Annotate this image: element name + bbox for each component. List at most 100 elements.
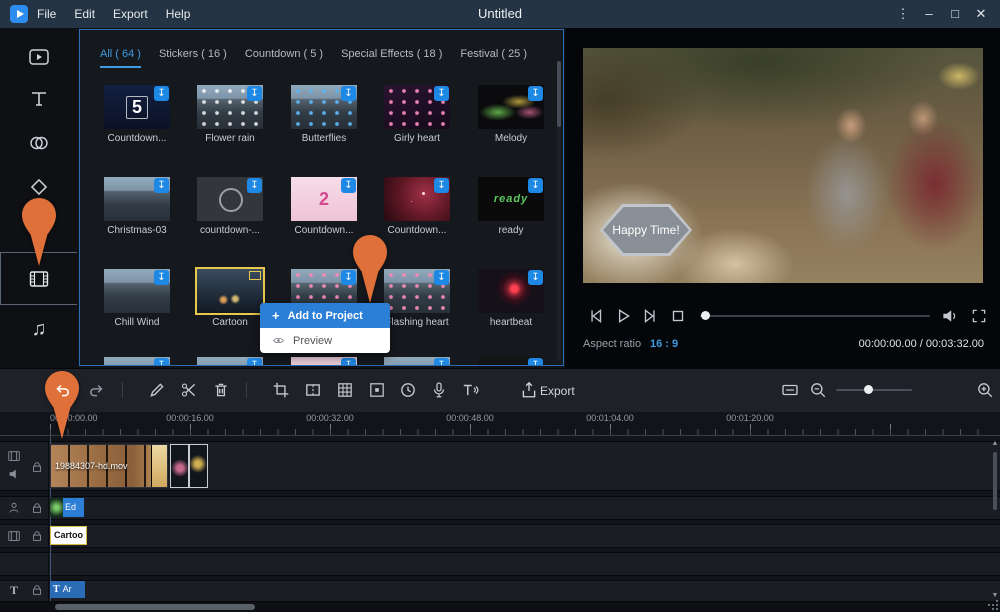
element-item[interactable]: ↧ — [377, 357, 457, 366]
timeline-vscrollbar-thumb[interactable] — [993, 452, 997, 510]
element-item[interactable]: 2 ↧ Countdown... — [284, 177, 364, 236]
sidebar-item-transitions[interactable] — [26, 130, 52, 156]
element-item-selected[interactable]: Cartoon — [190, 269, 270, 328]
download-icon[interactable]: ↧ — [434, 178, 449, 193]
fullscreen-icon[interactable] — [970, 307, 988, 325]
sidebar-item-music[interactable]: ♫ — [26, 316, 52, 342]
tab-stickers[interactable]: Stickers ( 16 ) — [159, 48, 227, 68]
edit-button[interactable] — [148, 381, 166, 399]
undo-button[interactable] — [53, 381, 71, 399]
elements-scrollbar-thumb[interactable] — [557, 61, 561, 127]
fit-timeline-icon[interactable] — [781, 381, 799, 399]
sticker-track[interactable] — [0, 524, 1000, 548]
tab-all[interactable]: All ( 64 ) — [100, 48, 141, 68]
download-icon[interactable]: ↧ — [341, 358, 356, 366]
redo-button[interactable] — [88, 381, 106, 399]
element-item[interactable]: ↧ — [190, 357, 270, 366]
download-icon[interactable]: ↧ — [154, 270, 169, 285]
mosaic-button[interactable] — [336, 381, 354, 399]
timeline-video-clip-2[interactable] — [170, 444, 208, 488]
zoom-in-icon[interactable] — [976, 381, 994, 399]
element-item[interactable]: ↧ heartbeat — [471, 269, 551, 328]
export-icon[interactable] — [520, 381, 538, 399]
previous-frame-button[interactable] — [587, 307, 605, 325]
seek-slider-handle[interactable] — [701, 311, 710, 320]
timeline-zoom-slider[interactable] — [836, 389, 912, 391]
timeline-video-clip[interactable]: 19884307-hd.mov — [50, 444, 168, 488]
timeline-pip-clip[interactable]: Ed — [50, 498, 84, 517]
context-menu-add-to-project[interactable]: + Add to Project — [260, 303, 390, 328]
voiceover-mic-button[interactable] — [430, 381, 448, 399]
download-icon[interactable]: ↧ — [434, 86, 449, 101]
zoom-frame-button[interactable] — [304, 381, 322, 399]
timeline-scroll-up[interactable]: ▲ — [990, 440, 1000, 447]
lock-track-icon[interactable] — [30, 501, 44, 515]
element-item[interactable]: ↧ Girly heart — [377, 85, 457, 144]
element-item[interactable]: ↧ Butterflies — [284, 85, 364, 144]
text-track[interactable] — [0, 580, 1000, 602]
export-button[interactable]: Export — [540, 384, 575, 398]
download-icon[interactable]: ↧ — [341, 86, 356, 101]
timeline-hscrollbar-thumb[interactable] — [55, 604, 255, 610]
tab-festival[interactable]: Festival ( 25 ) — [460, 48, 527, 68]
maximize-button[interactable]: □ — [942, 0, 968, 28]
download-icon[interactable]: ↧ — [247, 86, 262, 101]
more-options-icon[interactable]: ⋮ — [890, 0, 916, 28]
timeline-scroll-down[interactable]: ▼ — [990, 592, 1000, 599]
sidebar-item-text[interactable] — [26, 86, 52, 112]
download-icon[interactable]: ↧ — [528, 358, 543, 366]
stop-button[interactable] — [669, 307, 687, 325]
lock-track-icon[interactable] — [30, 460, 44, 474]
pip-track[interactable] — [0, 496, 1000, 520]
timeline-zoom-handle[interactable] — [864, 385, 873, 394]
seek-slider[interactable] — [700, 315, 930, 317]
download-icon[interactable]: ↧ — [154, 178, 169, 193]
context-menu-preview[interactable]: Preview — [260, 328, 390, 353]
element-item[interactable]: ↧ Christmas-03 — [97, 177, 177, 236]
download-icon[interactable]: ↧ — [434, 270, 449, 285]
element-item[interactable]: 5 ↧ Countdown... — [97, 85, 177, 144]
element-item[interactable]: ↧ Melody — [471, 85, 551, 144]
timeline-sticker-clip[interactable]: Cartoo — [50, 526, 87, 545]
download-icon[interactable]: ↧ — [247, 178, 262, 193]
download-icon[interactable]: ↧ — [154, 86, 169, 101]
lock-track-icon[interactable] — [30, 583, 44, 597]
text-to-speech-button[interactable] — [461, 381, 479, 399]
download-icon[interactable]: ↧ — [528, 86, 543, 101]
download-icon[interactable]: ↧ — [154, 358, 169, 366]
download-icon[interactable]: ↧ — [434, 358, 449, 366]
download-icon[interactable]: ↧ — [341, 178, 356, 193]
download-icon[interactable]: ↧ — [528, 178, 543, 193]
element-item[interactable]: ↧ — [471, 357, 551, 366]
mute-track-icon[interactable] — [7, 467, 21, 481]
resize-grip[interactable] — [988, 604, 990, 606]
aspect-ratio-value[interactable]: 16 : 9 — [650, 338, 678, 350]
delete-button[interactable] — [212, 381, 230, 399]
element-item[interactable]: ↧ — [97, 357, 177, 366]
minimize-button[interactable]: – — [916, 0, 942, 28]
next-frame-button[interactable] — [641, 307, 659, 325]
crop-button[interactable] — [272, 381, 290, 399]
element-item[interactable]: ↧ — [284, 357, 364, 366]
close-button[interactable]: ✕ — [968, 0, 994, 28]
element-item[interactable]: ready ↧ ready — [471, 177, 551, 236]
timeline-text-clip[interactable]: T Ar — [50, 581, 85, 598]
download-icon[interactable]: ↧ — [247, 358, 262, 366]
volume-icon[interactable] — [940, 307, 958, 325]
element-item[interactable]: ↧ Countdown... — [377, 177, 457, 236]
empty-track[interactable] — [0, 552, 1000, 576]
zoom-out-icon[interactable] — [809, 381, 827, 399]
tab-special-effects[interactable]: Special Effects ( 18 ) — [341, 48, 442, 68]
sidebar-item-media[interactable] — [26, 44, 52, 70]
split-scissors-button[interactable] — [180, 381, 198, 399]
tab-countdown[interactable]: Countdown ( 5 ) — [245, 48, 323, 68]
duration-button[interactable] — [399, 381, 417, 399]
element-item[interactable]: ↧ Chill Wind — [97, 269, 177, 328]
freeze-frame-button[interactable] — [368, 381, 386, 399]
element-item[interactable]: ↧ countdown-... — [190, 177, 270, 236]
element-item[interactable]: ↧ Flower rain — [190, 85, 270, 144]
lock-track-icon[interactable] — [30, 529, 44, 543]
sidebar-item-elements[interactable] — [26, 266, 52, 292]
play-button[interactable] — [614, 307, 632, 325]
download-icon[interactable]: ↧ — [528, 270, 543, 285]
